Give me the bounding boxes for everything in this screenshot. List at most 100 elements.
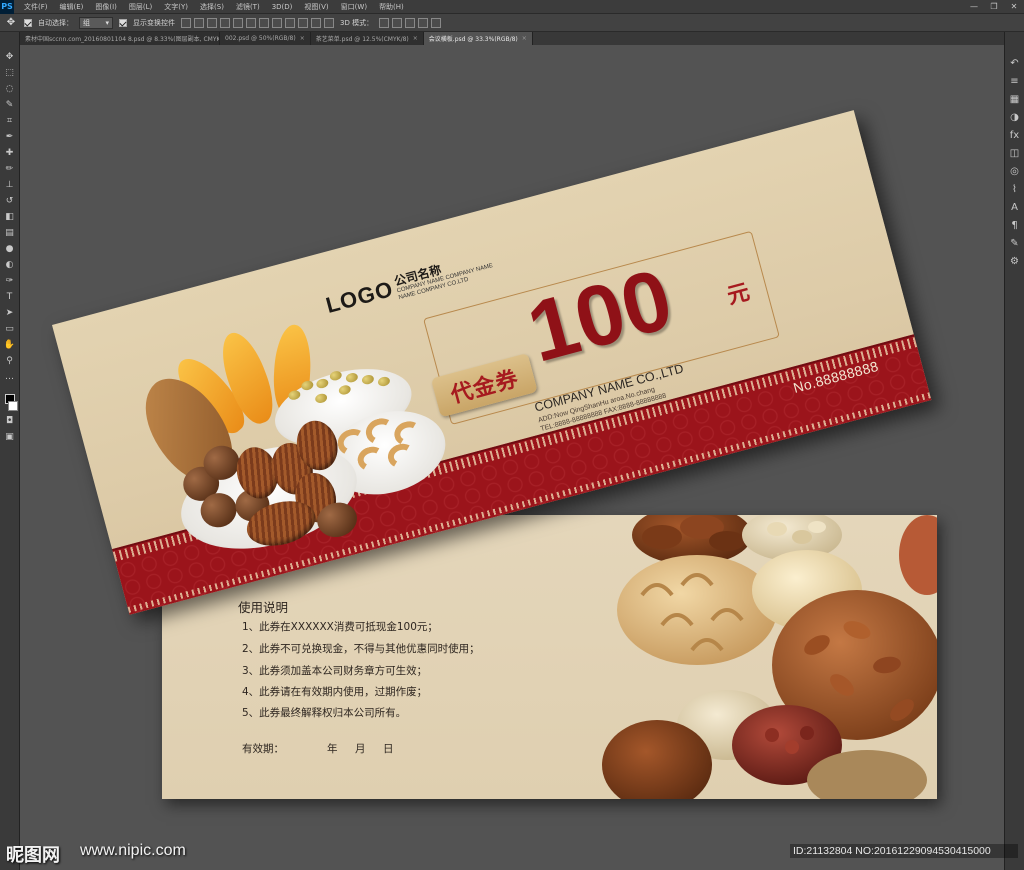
show-transform-checkbox[interactable] — [119, 18, 127, 27]
shape-tool-icon[interactable]: ▭ — [3, 322, 17, 335]
layers-panel-icon[interactable]: ◫ — [1008, 146, 1022, 160]
align-middle-icon[interactable] — [194, 17, 204, 28]
menu-file[interactable]: 文件(F) — [18, 2, 54, 12]
paragraph-panel-icon[interactable]: ¶ — [1008, 218, 1022, 232]
paths-panel-icon[interactable]: ⌇ — [1008, 182, 1022, 196]
watermark-site-logo: 昵图网 — [6, 845, 60, 866]
menu-filter[interactable]: 滤镜(T) — [230, 2, 266, 12]
adjustments-panel-icon[interactable]: ◑ — [1008, 110, 1022, 124]
menu-window[interactable]: 窗口(W) — [335, 2, 373, 12]
auto-select-value: 组 — [83, 18, 90, 27]
valid-day-label: 日 — [383, 743, 394, 755]
menu-select[interactable]: 选择(S) — [194, 2, 230, 12]
tab-document-4-active[interactable]: 会议横板.psd @ 33.3%(RGB/8) × — [423, 32, 533, 45]
distribute-left-icon[interactable] — [298, 17, 308, 28]
quick-mask-icon[interactable]: ◘ — [3, 414, 17, 427]
auto-select-checkbox[interactable] — [24, 18, 32, 27]
move-tool-icon[interactable]: ✥ — [3, 50, 17, 63]
gradient-tool-icon[interactable]: ▤ — [3, 226, 17, 239]
menu-layer[interactable]: 图层(L) — [123, 2, 158, 12]
distribute-center-icon[interactable] — [311, 17, 321, 28]
close-icon[interactable]: × — [413, 35, 418, 42]
align-buttons — [181, 17, 334, 28]
rotate-3d-icon[interactable] — [379, 17, 390, 28]
type-tool-icon[interactable]: T — [3, 290, 17, 303]
tab-label: 素材中国sccnn.com_20160801104 8.psd @ 8.33%(… — [25, 36, 220, 43]
valid-year-label: 年 — [327, 743, 338, 755]
align-left-icon[interactable] — [220, 17, 230, 28]
swatches-panel-icon[interactable]: ▦ — [1008, 92, 1022, 106]
align-top-icon[interactable] — [181, 17, 191, 28]
distribute-right-icon[interactable] — [324, 17, 334, 28]
close-button[interactable]: ✕ — [1004, 0, 1024, 14]
dodge-tool-icon[interactable]: ◐ — [3, 258, 17, 271]
scale-3d-icon[interactable] — [431, 17, 442, 28]
menu-type[interactable]: 文字(Y) — [158, 2, 194, 12]
align-right-icon[interactable] — [246, 17, 256, 28]
options-bar: ✥ 自动选择： 组 ▾ 显示变换控件 3D 模式： — [0, 14, 1024, 32]
auto-select-label: 自动选择： — [38, 18, 73, 27]
show-transform-label: 显示变换控件 — [133, 18, 175, 27]
close-icon[interactable]: × — [300, 35, 305, 42]
usage-rule-5: 5、此券最终解释权归本公司所有。 — [242, 707, 407, 719]
menu-bar: PS 文件(F) 编辑(E) 图像(I) 图层(L) 文字(Y) 选择(S) 滤… — [0, 0, 1024, 14]
roll-3d-icon[interactable] — [392, 17, 403, 28]
screen-mode-icon[interactable]: ▣ — [3, 430, 17, 443]
valid-period-label: 有效期： — [242, 743, 284, 755]
align-bottom-icon[interactable] — [207, 17, 217, 28]
lasso-tool-icon[interactable]: ◌ — [3, 82, 17, 95]
channels-panel-icon[interactable]: ◎ — [1008, 164, 1022, 178]
properties-panel-icon[interactable]: ≡ — [1008, 74, 1022, 88]
slide-3d-icon[interactable] — [418, 17, 429, 28]
blur-tool-icon[interactable]: ● — [3, 242, 17, 255]
mode-3d-label: 3D 模式： — [340, 18, 374, 27]
chevron-down-icon: ▾ — [105, 18, 109, 27]
maximize-button[interactable]: ❐ — [984, 0, 1004, 14]
more-tools-icon[interactable]: … — [3, 370, 17, 383]
tool-presets-panel-icon[interactable]: ⚙ — [1008, 254, 1022, 268]
minimize-button[interactable]: — — [964, 0, 984, 14]
close-icon[interactable]: × — [522, 35, 527, 42]
tab-document-1[interactable]: 素材中国sccnn.com_20160801104 8.psd @ 8.33%(… — [20, 32, 220, 45]
valid-month-label: 月 — [355, 743, 366, 755]
usage-title: 使用说明 — [238, 600, 289, 615]
pen-tool-icon[interactable]: ✑ — [3, 274, 17, 287]
zoom-tool-icon[interactable]: ⚲ — [3, 354, 17, 367]
auto-select-dropdown[interactable]: 组 ▾ — [79, 16, 113, 29]
quick-select-tool-icon[interactable]: ✎ — [3, 98, 17, 111]
menu-edit[interactable]: 编辑(E) — [54, 2, 90, 12]
eraser-tool-icon[interactable]: ◧ — [3, 210, 17, 223]
drag-3d-icon[interactable] — [405, 17, 416, 28]
path-select-tool-icon[interactable]: ➤ — [3, 306, 17, 319]
marquee-tool-icon[interactable]: ⬚ — [3, 66, 17, 79]
align-center-icon[interactable] — [233, 17, 243, 28]
distribute-bottom-icon[interactable] — [285, 17, 295, 28]
tab-label: 茶艺菜单.psd @ 12.5%(CMYK/8) — [315, 36, 409, 43]
distribute-top-icon[interactable] — [259, 17, 269, 28]
watermark-image-id: ID:21132804 NO:20161229094530415000 — [790, 844, 1018, 858]
menu-3d[interactable]: 3D(D) — [266, 3, 299, 11]
usage-rule-3: 3、此券须加盖本公司财务章方可生效； — [242, 665, 428, 677]
crop-tool-icon[interactable]: ⌗ — [3, 114, 17, 127]
brush-tool-icon[interactable]: ✏ — [3, 162, 17, 175]
clone-stamp-tool-icon[interactable]: ⊥ — [3, 178, 17, 191]
distribute-middle-icon[interactable] — [272, 17, 282, 28]
menu-view[interactable]: 视图(V) — [298, 2, 334, 12]
menu-help[interactable]: 帮助(H) — [373, 2, 410, 12]
character-panel-icon[interactable]: A — [1008, 200, 1022, 214]
history-panel-icon[interactable]: ↶ — [1008, 56, 1022, 70]
tab-document-2[interactable]: 002.psd @ 50%(RGB/8) × — [220, 32, 311, 45]
brush-panel-icon[interactable]: ✎ — [1008, 236, 1022, 250]
tab-label: 002.psd @ 50%(RGB/8) — [225, 35, 296, 42]
background-color-swatch[interactable] — [7, 401, 18, 411]
eyedropper-tool-icon[interactable]: ✒ — [3, 130, 17, 143]
healing-brush-tool-icon[interactable]: ✚ — [3, 146, 17, 159]
tab-document-3[interactable]: 茶艺菜单.psd @ 12.5%(CMYK/8) × — [310, 32, 424, 45]
menu-image[interactable]: 图像(I) — [89, 2, 123, 12]
window-controls: — ❐ ✕ — [964, 0, 1024, 14]
hand-tool-icon[interactable]: ✋ — [3, 338, 17, 351]
history-brush-tool-icon[interactable]: ↺ — [3, 194, 17, 207]
styles-panel-icon[interactable]: fx — [1008, 128, 1022, 142]
move-tool-icon[interactable]: ✥ — [4, 16, 18, 30]
tools-panel: ✥ ⬚ ◌ ✎ ⌗ ✒ ✚ ✏ ⊥ ↺ ◧ ▤ ● ◐ ✑ T ➤ ▭ ✋ ⚲ … — [0, 32, 20, 870]
